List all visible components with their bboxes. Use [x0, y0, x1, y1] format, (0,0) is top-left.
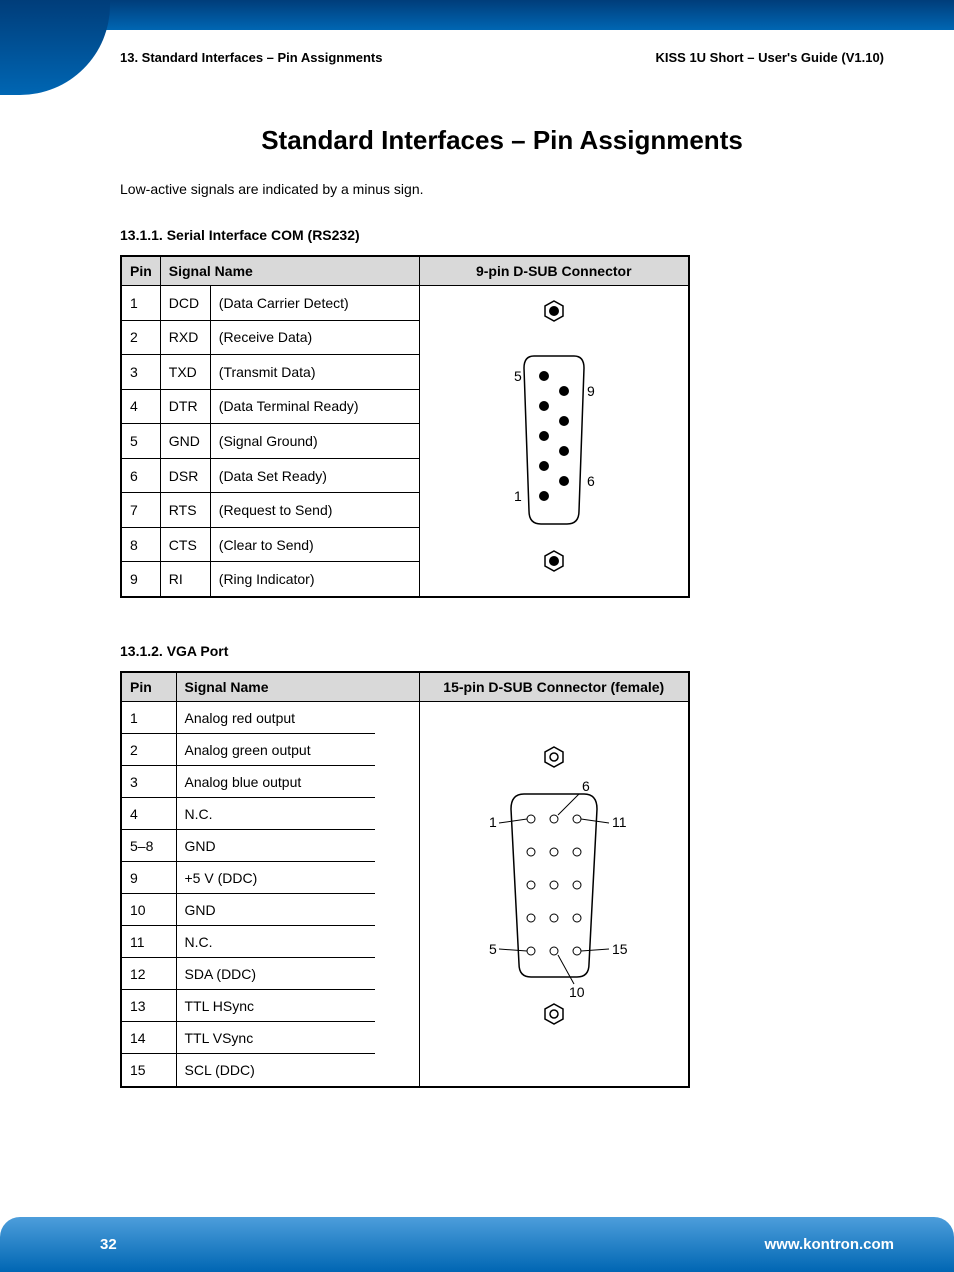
svg-text:6: 6: [582, 778, 590, 794]
pin-cell: 1: [121, 702, 176, 735]
th-connector: 9-pin D-SUB Connector: [419, 256, 689, 286]
signal-cell: N.C.: [176, 926, 419, 958]
top-bar: [0, 0, 954, 30]
th-signal: Signal Name: [160, 256, 419, 286]
signal-cell: SDA (DDC): [176, 958, 419, 990]
desc-cell: (Clear to Send): [210, 527, 419, 562]
svg-text:15: 15: [612, 941, 628, 957]
page-content: 13. Standard Interfaces – Pin Assignment…: [0, 0, 954, 1088]
desc-cell: (Data Terminal Ready): [210, 389, 419, 424]
th-pin: Pin: [121, 672, 176, 702]
svg-text:11: 11: [612, 814, 627, 830]
header-row: 13. Standard Interfaces – Pin Assignment…: [120, 50, 884, 65]
footer-url: www.kontron.com: [765, 1236, 894, 1253]
pin-cell: 10: [121, 894, 176, 926]
signal-cell: N.C.: [176, 798, 419, 830]
abbr-cell: DSR: [160, 458, 210, 493]
dsub15-diagram: 1 5 6 11 15 10: [419, 702, 689, 1088]
abbr-cell: RTS: [160, 493, 210, 528]
pin-cell: 15: [121, 1054, 176, 1087]
signal-cell: GND: [176, 894, 419, 926]
abbr-cell: CTS: [160, 527, 210, 562]
dsub9-diagram: 5 9 1 6: [419, 286, 689, 598]
abbr-cell: GND: [160, 424, 210, 459]
pin-cell: 6: [121, 458, 160, 493]
header-right: KISS 1U Short – User's Guide (V1.10): [656, 50, 885, 65]
pin-cell: 2: [121, 734, 176, 766]
page-number: 32: [100, 1236, 117, 1253]
dsub15-icon: 1 5 6 11 15 10: [469, 739, 639, 1049]
section2-heading: 13.1.2. VGA Port: [120, 643, 884, 659]
abbr-cell: TXD: [160, 355, 210, 390]
pin-cell: 3: [121, 766, 176, 798]
svg-text:9: 9: [587, 383, 595, 399]
intro-text: Low-active signals are indicated by a mi…: [120, 181, 884, 197]
pin-cell: 9: [121, 862, 176, 894]
svg-text:5: 5: [514, 368, 522, 384]
pin-cell: 3: [121, 355, 160, 390]
signal-cell: Analog green output: [176, 734, 419, 766]
desc-cell: (Receive Data): [210, 320, 419, 355]
th-connector: 15-pin D-SUB Connector (female): [419, 672, 689, 702]
page-title: Standard Interfaces – Pin Assignments: [120, 125, 884, 156]
pin-cell: 12: [121, 958, 176, 990]
pin-cell: 2: [121, 320, 160, 355]
vga-table: Pin Signal Name 15-pin D-SUB Connector (…: [120, 671, 690, 1088]
signal-cell: SCL (DDC): [176, 1054, 419, 1087]
desc-cell: (Data Carrier Detect): [210, 286, 419, 321]
pin-cell: 9: [121, 562, 160, 597]
svg-text:10: 10: [569, 984, 585, 1000]
pin-cell: 4: [121, 389, 160, 424]
serial-table: Pin Signal Name 9-pin D-SUB Connector 1 …: [120, 255, 690, 598]
svg-text:1: 1: [489, 814, 497, 830]
pin-cell: 13: [121, 990, 176, 1022]
desc-cell: (Transmit Data): [210, 355, 419, 390]
abbr-cell: DCD: [160, 286, 210, 321]
abbr-cell: DTR: [160, 389, 210, 424]
th-pin: Pin: [121, 256, 160, 286]
pin-cell: 14: [121, 1022, 176, 1054]
page-footer: 32 www.kontron.com: [0, 1217, 954, 1272]
abbr-cell: RI: [160, 562, 210, 597]
signal-cell: Analog blue output: [176, 766, 419, 798]
desc-cell: (Request to Send): [210, 493, 419, 528]
pin-cell: 5–8: [121, 830, 176, 862]
pin-cell: 11: [121, 926, 176, 958]
pin-cell: 7: [121, 493, 160, 528]
dsub9-icon: 5 9 1 6: [489, 296, 619, 586]
header-left: 13. Standard Interfaces – Pin Assignment…: [120, 50, 383, 65]
th-signal: Signal Name: [176, 672, 419, 702]
signal-cell: TTL VSync: [176, 1022, 419, 1054]
section1-heading: 13.1.1. Serial Interface COM (RS232): [120, 227, 884, 243]
svg-text:1: 1: [514, 488, 522, 504]
pin-cell: 4: [121, 798, 176, 830]
signal-cell: GND: [176, 830, 419, 862]
svg-text:5: 5: [489, 941, 497, 957]
desc-cell: (Ring Indicator): [210, 562, 419, 597]
desc-cell: (Signal Ground): [210, 424, 419, 459]
svg-text:6: 6: [587, 473, 595, 489]
signal-cell: TTL HSync: [176, 990, 419, 1022]
pin-cell: 1: [121, 286, 160, 321]
pin-cell: 5: [121, 424, 160, 459]
desc-cell: (Data Set Ready): [210, 458, 419, 493]
signal-cell: +5 V (DDC): [176, 862, 419, 894]
signal-cell: Analog red output: [176, 702, 419, 735]
pin-cell: 8: [121, 527, 160, 562]
abbr-cell: RXD: [160, 320, 210, 355]
